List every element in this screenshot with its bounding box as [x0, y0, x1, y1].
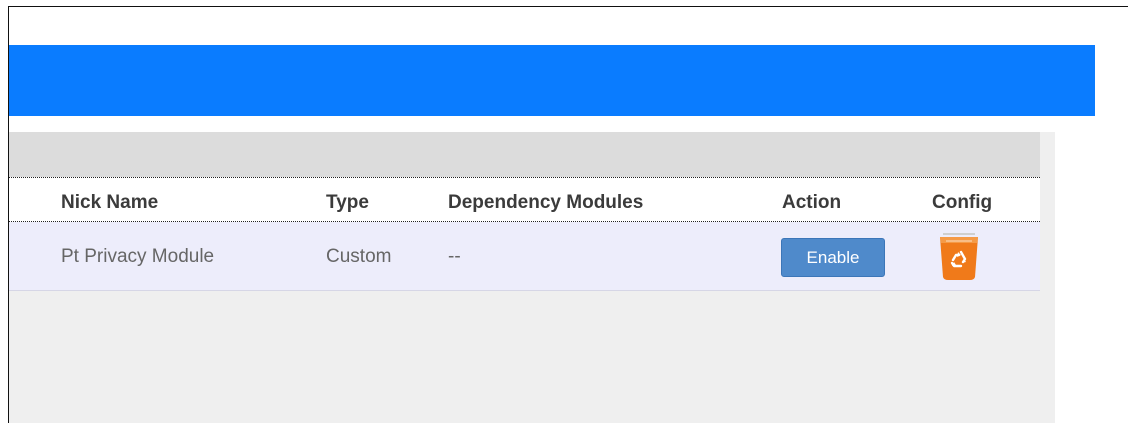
enable-button[interactable]: Enable	[781, 238, 885, 277]
table-row: Pt Privacy Module Custom -- Enable	[9, 222, 1040, 291]
header-bar	[9, 45, 1095, 116]
modules-table: Nick Name Type Dependency Modules Action…	[9, 177, 1040, 291]
modules-panel: Nick Name Type Dependency Modules Action…	[9, 132, 1055, 423]
column-header-type[interactable]: Type	[326, 192, 369, 214]
window-border-top	[8, 6, 1128, 7]
column-header-dependency-modules[interactable]: Dependency Modules	[448, 192, 643, 214]
column-header-nick-name[interactable]: Nick Name	[61, 192, 158, 214]
table-header: Nick Name Type Dependency Modules Action…	[9, 177, 1040, 222]
cell-dependency-modules: --	[448, 246, 461, 267]
cell-nick-name: Pt Privacy Module	[61, 246, 215, 267]
column-header-action: Action	[782, 192, 842, 213]
panel-toolbar	[9, 132, 1040, 177]
cell-type: Custom	[326, 246, 392, 267]
recycle-bin-icon[interactable]	[937, 232, 981, 282]
column-header-config: Config	[932, 192, 993, 213]
